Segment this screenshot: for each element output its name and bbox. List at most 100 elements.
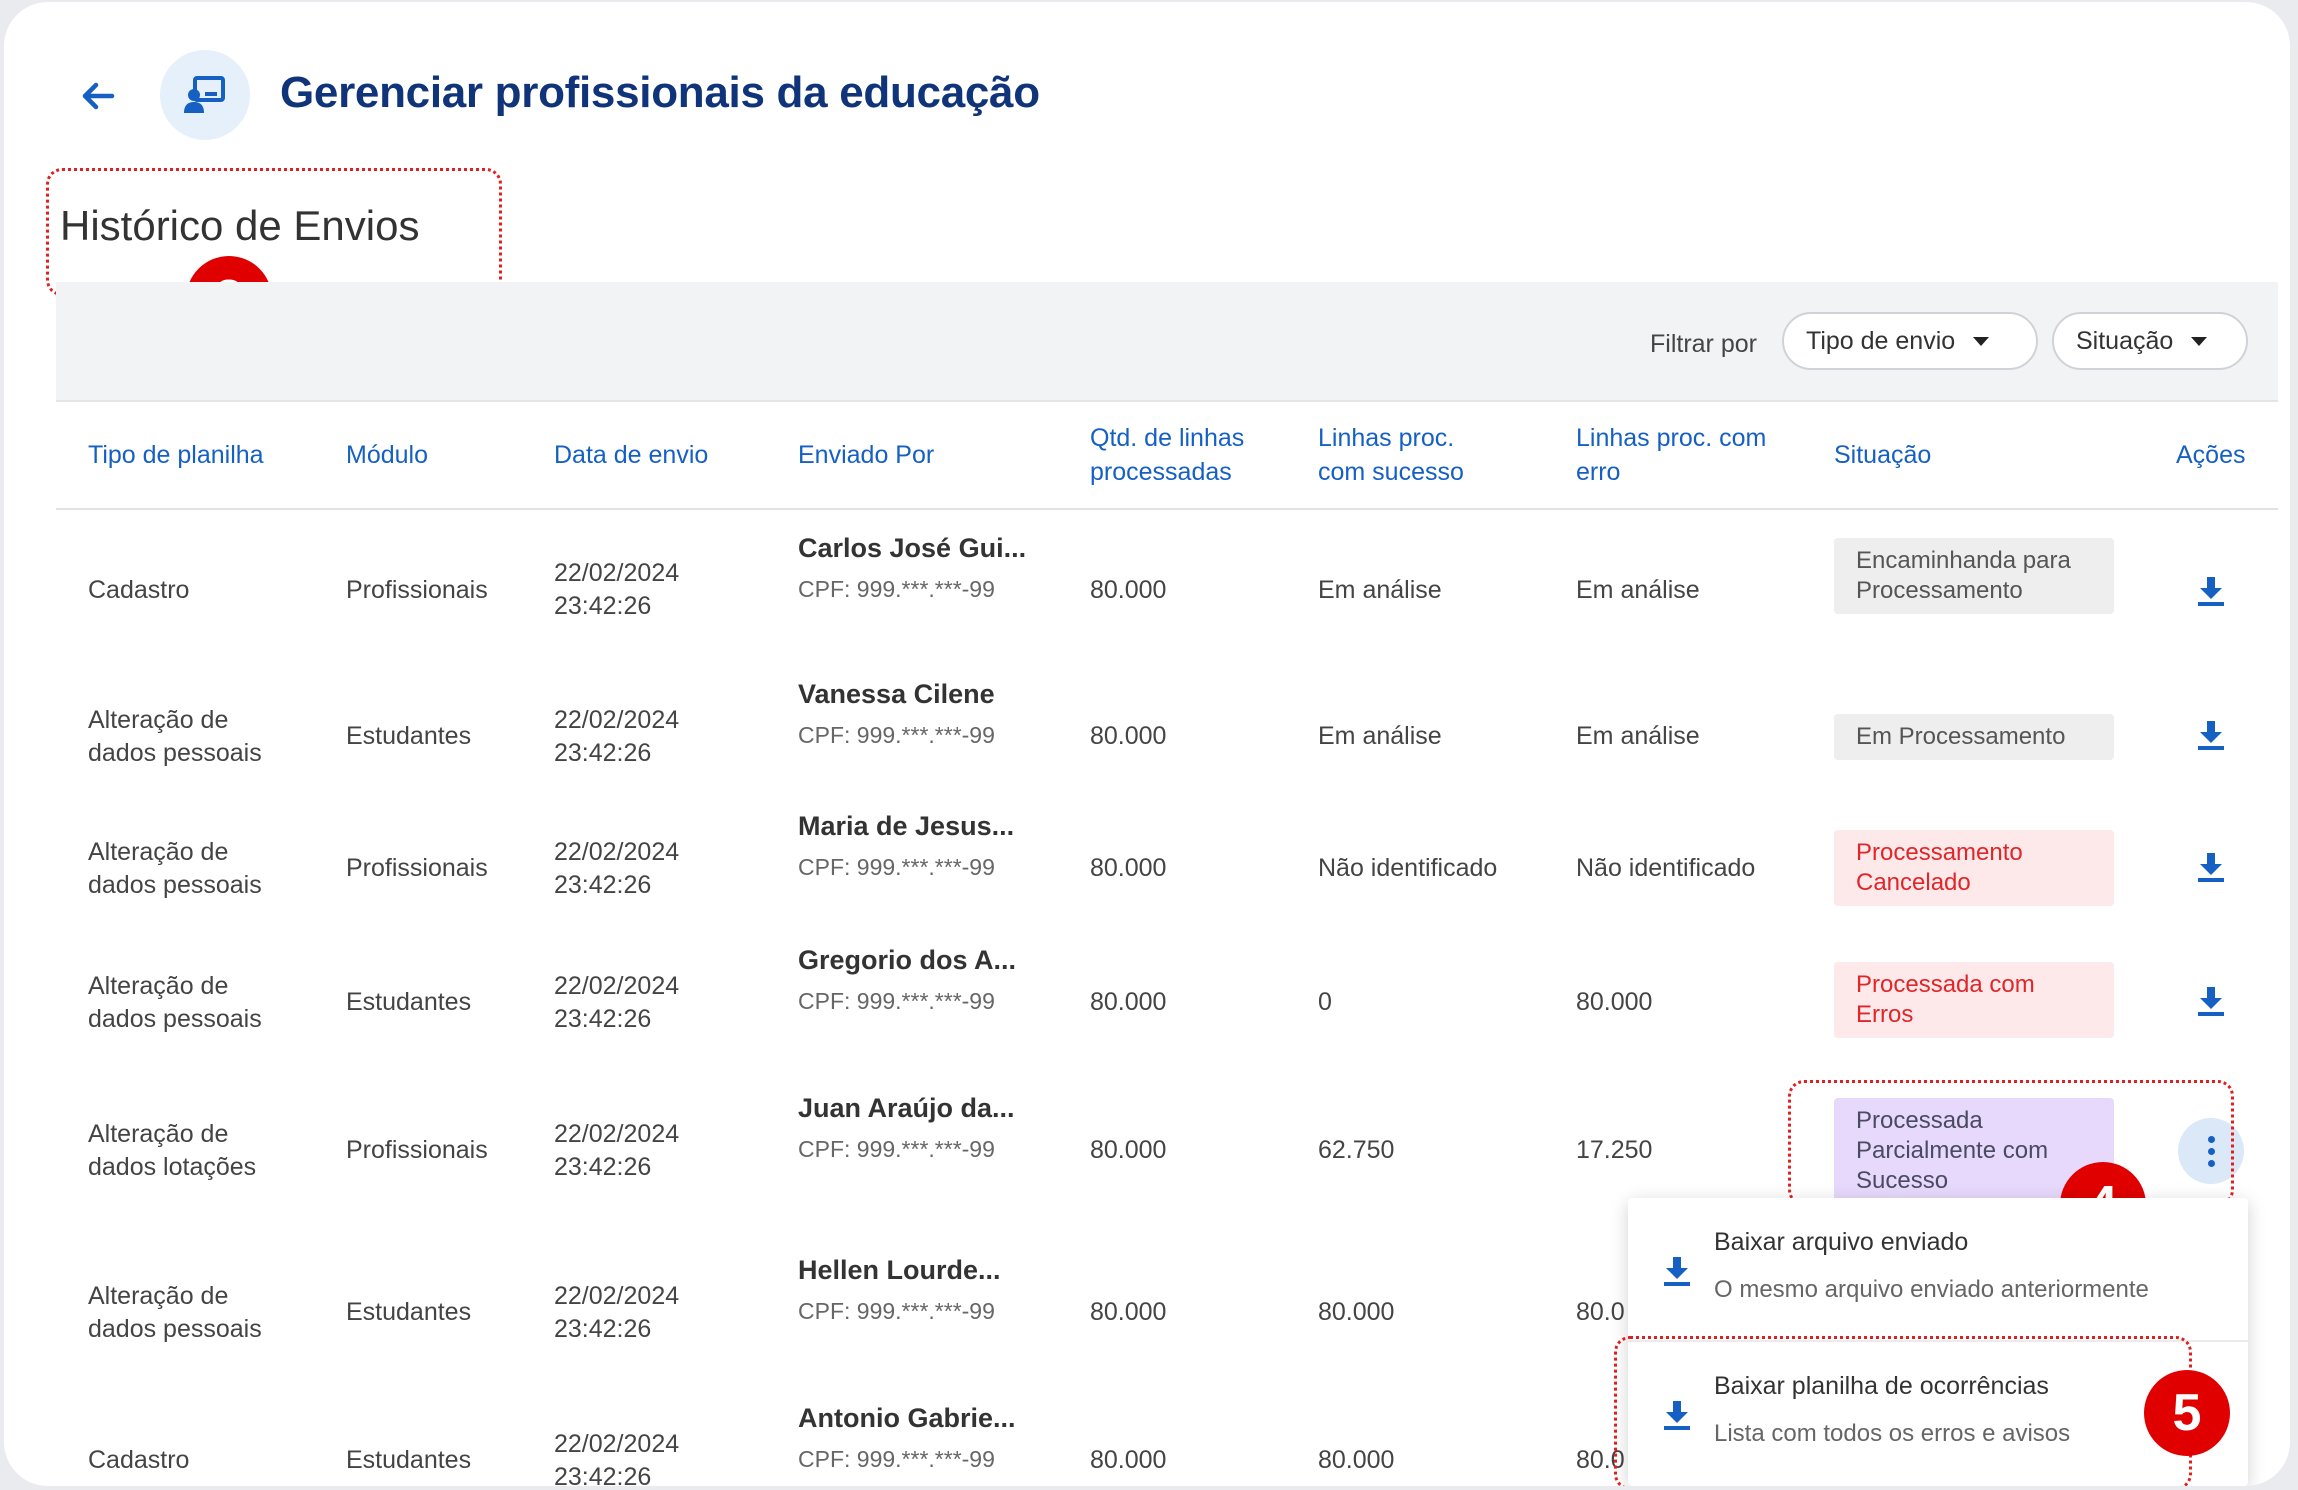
menu-item-download-sent[interactable]: Baixar arquivo enviado O mesmo arquivo e… xyxy=(1628,1198,2248,1340)
cell-enviado: Hellen Lourde... CPF: 999.***.***-99 xyxy=(798,1254,1001,1328)
cell-erro: 80.000 xyxy=(1576,988,1653,1016)
annotation-badge-5: 5 xyxy=(2144,1370,2230,1456)
cell-erro: Em análise xyxy=(1576,722,1700,750)
col-situacao[interactable]: Situação xyxy=(1834,438,1931,472)
cell-tipo: Cadastro xyxy=(88,1446,190,1474)
cell-qtd: 80.000 xyxy=(1090,1298,1167,1326)
download-icon[interactable] xyxy=(2194,574,2228,608)
cell-qtd: 80.000 xyxy=(1090,988,1167,1016)
sender-cpf: CPF: 999.***.***-99 xyxy=(798,722,995,748)
cell-data: 22/02/2024 23:42:26 xyxy=(554,970,679,1036)
sender-cpf: CPF: 999.***.***-99 xyxy=(798,1446,995,1472)
download-icon[interactable] xyxy=(2194,718,2228,752)
filter-label: Filtrar por xyxy=(1650,330,1757,358)
cell-data: 22/02/2024 23:42:26 xyxy=(554,1280,679,1346)
sender-name: Carlos José Gui... xyxy=(798,533,1027,563)
cell-modulo: Profissionais xyxy=(346,854,488,882)
col-sucesso[interactable]: Linhas proc. com sucesso xyxy=(1318,421,1508,489)
cell-erro: 80.0 xyxy=(1576,1298,1625,1326)
cell-date: 22/02/2024 xyxy=(554,1120,680,1148)
cell-enviado: Gregorio dos A... CPF: 999.***.***-99 xyxy=(798,944,1016,1018)
cell-modulo: Estudantes xyxy=(346,722,472,750)
cell-time: 23:42:26 xyxy=(554,1153,652,1181)
filter-type-label: Tipo de envio xyxy=(1806,326,1956,355)
col-tipo[interactable]: Tipo de planilha xyxy=(88,438,264,472)
cell-time: 23:42:26 xyxy=(554,1315,652,1343)
main-card: Gerenciar profissionais da educação Hist… xyxy=(4,2,2290,1486)
status-badge: Encaminhanda para Processamento xyxy=(1834,538,2114,614)
cell-erro: Em análise xyxy=(1576,576,1700,604)
col-qtd[interactable]: Qtd. de linhas processadas xyxy=(1090,421,1290,489)
cell-tipo: Alteração de dados pessoais xyxy=(88,838,262,899)
sender-cpf: CPF: 999.***.***-99 xyxy=(798,576,995,602)
cell-enviado: Antonio Gabrie... CPF: 999.***.***-99 xyxy=(798,1402,1016,1476)
cell-tipo: Cadastro xyxy=(88,576,190,604)
cell-data: 22/02/2024 23:42:26 xyxy=(554,836,679,902)
cell-modulo: Estudantes xyxy=(346,988,472,1016)
col-erro[interactable]: Linhas proc. com erro xyxy=(1576,421,1806,489)
back-arrow-icon[interactable] xyxy=(76,74,120,118)
filter-type-dropdown[interactable]: Tipo de envio xyxy=(1782,312,2038,370)
col-data[interactable]: Data de envio xyxy=(554,438,708,472)
sender-cpf: CPF: 999.***.***-99 xyxy=(798,854,995,880)
sender-cpf: CPF: 999.***.***-99 xyxy=(798,1136,995,1162)
cell-tipo: Alteração de dados pessoais xyxy=(88,972,262,1033)
cell-time: 23:42:26 xyxy=(554,739,652,767)
cell-erro: Não identificado xyxy=(1576,854,1756,882)
table-row: Cadastro Profissionais 22/02/2024 23:42:… xyxy=(56,532,2278,652)
cell-sucesso: 80.000 xyxy=(1318,1446,1395,1474)
cell-date: 22/02/2024 xyxy=(554,972,680,1000)
cell-qtd: 80.000 xyxy=(1090,576,1167,604)
sender-name: Antonio Gabrie... xyxy=(798,1403,1016,1433)
caret-down-icon xyxy=(1973,336,1990,346)
cell-time: 23:42:26 xyxy=(554,1463,652,1486)
cell-qtd: 80.000 xyxy=(1090,722,1167,750)
filter-status-dropdown[interactable]: Situação xyxy=(2052,312,2248,370)
download-icon xyxy=(1660,1254,1694,1288)
cell-qtd: 80.000 xyxy=(1090,1136,1167,1164)
cell-modulo: Profissionais xyxy=(346,576,488,604)
download-icon[interactable] xyxy=(2194,984,2228,1018)
cell-tipo: Alteração de dados pessoais xyxy=(88,1282,262,1343)
cell-tipo: Alteração de dados pessoais xyxy=(88,706,262,767)
cell-qtd: 80.000 xyxy=(1090,854,1167,882)
col-enviado[interactable]: Enviado Por xyxy=(798,438,934,472)
sender-name: Gregorio dos A... xyxy=(798,945,1017,975)
status-badge: Em Processamento xyxy=(1834,714,2114,760)
annotation-box-3 xyxy=(46,168,502,296)
cell-modulo: Estudantes xyxy=(346,1298,472,1326)
sender-cpf: CPF: 999.***.***-99 xyxy=(798,988,995,1014)
cell-enviado: Vanessa Cilene CPF: 999.***.***-99 xyxy=(798,678,995,752)
cell-tipo: Alteração de dados lotações xyxy=(88,1120,257,1181)
col-modulo[interactable]: Módulo xyxy=(346,438,428,472)
cell-data: 22/02/2024 23:42:26 xyxy=(554,704,679,770)
cell-sucesso: Não identificado xyxy=(1318,854,1498,882)
page-title: Gerenciar profissionais da educação xyxy=(280,68,1040,117)
cell-sucesso: 80.000 xyxy=(1318,1298,1395,1326)
col-acoes: Ações xyxy=(2176,441,2246,469)
cell-date: 22/02/2024 xyxy=(554,706,680,734)
cell-time: 23:42:26 xyxy=(554,592,652,620)
cell-data: 22/02/2024 23:42:26 xyxy=(554,1428,679,1486)
cell-sucesso: 0 xyxy=(1318,988,1332,1016)
filter-status-label: Situação xyxy=(2076,326,2174,355)
cell-date: 22/02/2024 xyxy=(554,559,680,587)
cell-enviado: Carlos José Gui... CPF: 999.***.***-99 xyxy=(798,532,1026,606)
sender-name: Maria de Jesus... xyxy=(798,811,1015,841)
annotation-box-4 xyxy=(1788,1080,2234,1206)
table-row: Alteração de dados pessoais Profissionai… xyxy=(56,811,2278,928)
cell-date: 22/02/2024 xyxy=(554,1282,680,1310)
caret-down-icon xyxy=(2191,336,2208,346)
cell-time: 23:42:26 xyxy=(554,1005,652,1033)
cell-date: 22/02/2024 xyxy=(554,838,680,866)
cell-data: 22/02/2024 23:42:26 xyxy=(554,1118,679,1184)
cell-erro: 17.250 xyxy=(1576,1136,1653,1164)
cell-modulo: Estudantes xyxy=(346,1446,472,1474)
status-badge: Processada com Erros xyxy=(1834,962,2114,1038)
cell-date: 22/02/2024 xyxy=(554,1430,680,1458)
download-icon[interactable] xyxy=(2194,850,2228,884)
cell-time: 23:42:26 xyxy=(554,871,652,899)
menu-item-subtitle: O mesmo arquivo enviado anteriormente xyxy=(1714,1276,2149,1303)
cell-enviado: Maria de Jesus... CPF: 999.***.***-99 xyxy=(798,810,1014,884)
table-row: Alteração de dados pessoais Estudantes 2… xyxy=(56,679,2278,796)
